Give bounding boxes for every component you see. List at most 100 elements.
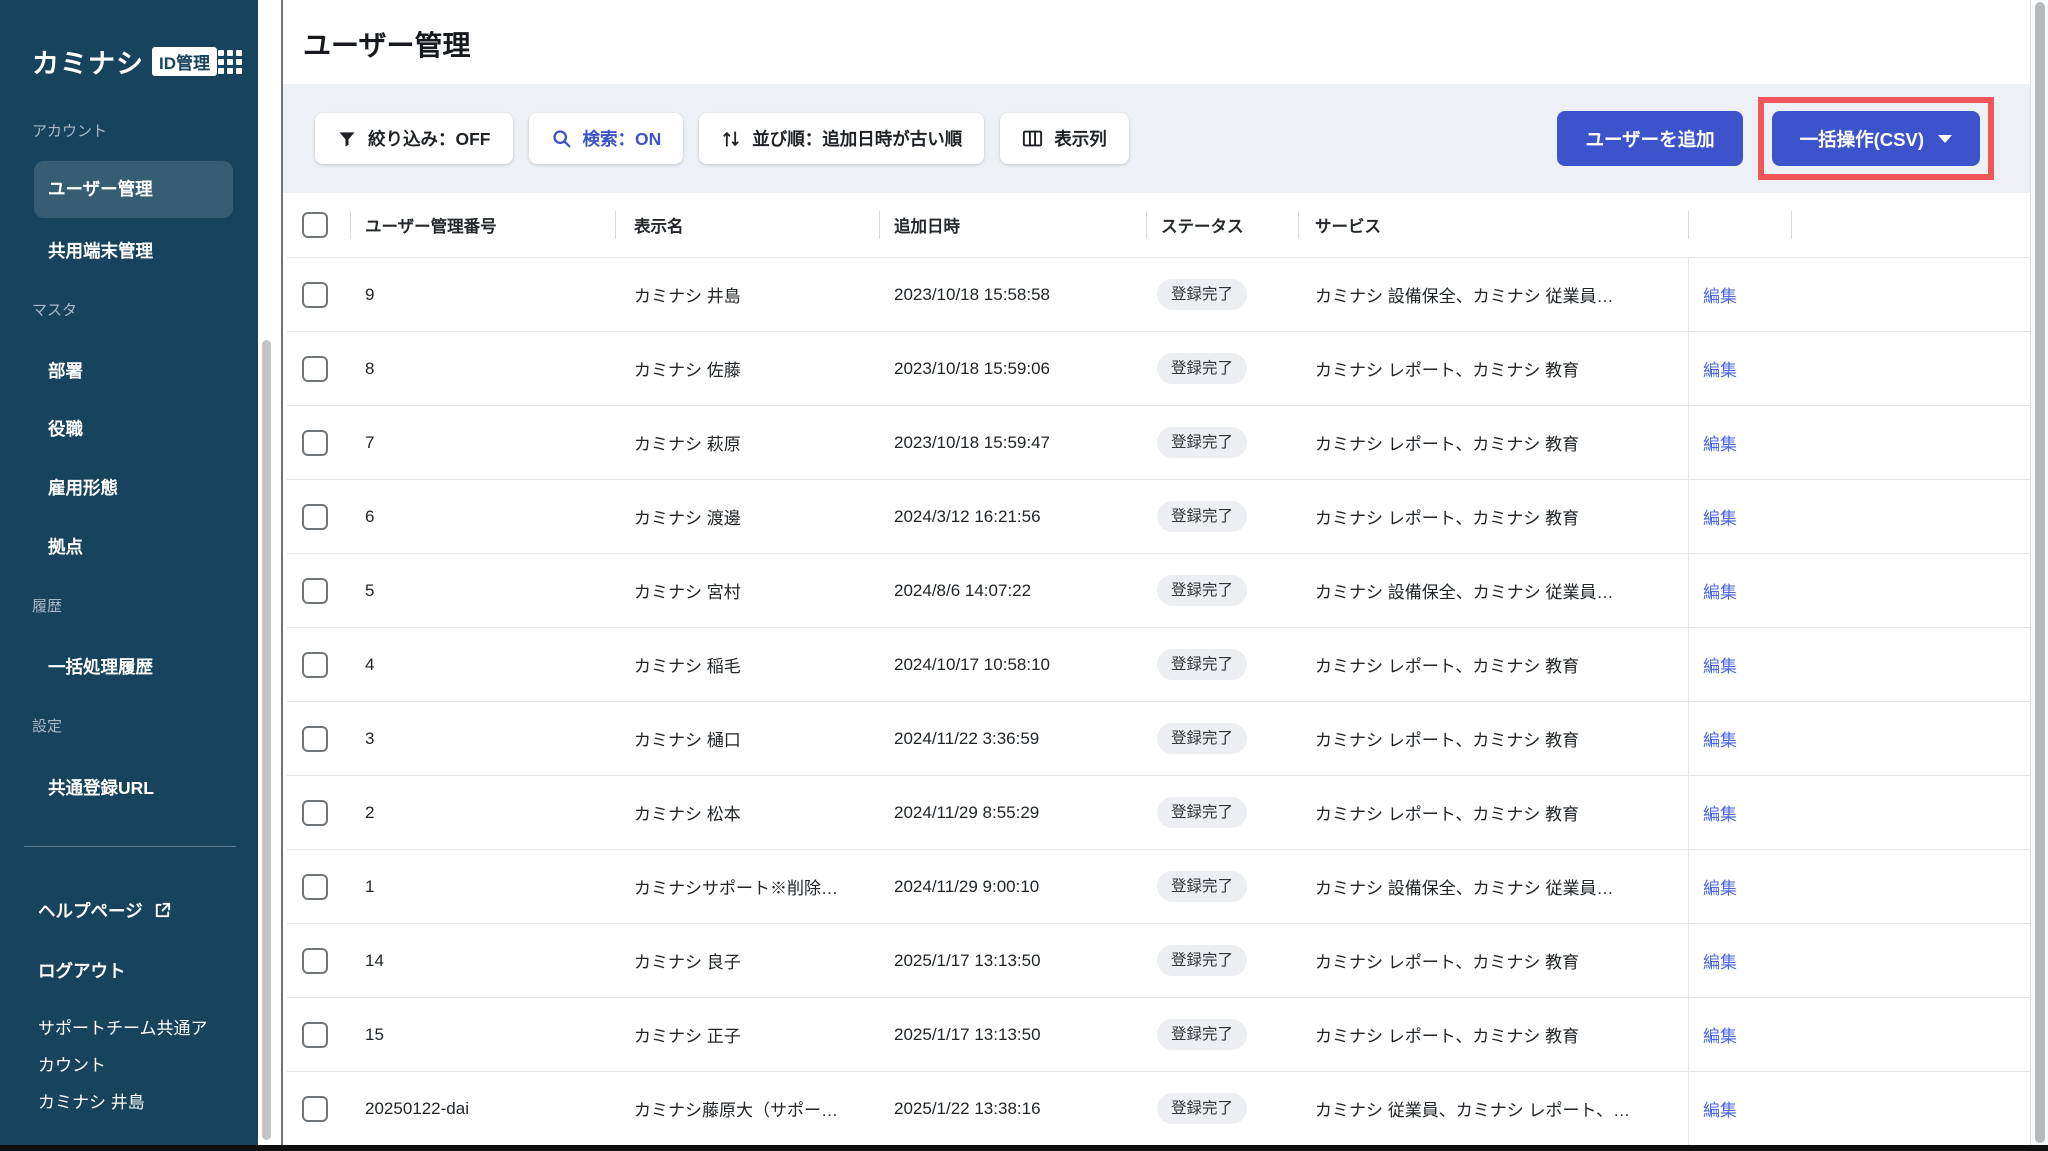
edit-link[interactable]: 編集 xyxy=(1703,1096,1737,1121)
cell-added-at: 2024/11/22 3:36:59 xyxy=(894,729,1039,749)
status-badge: 登録完了 xyxy=(1157,1093,1247,1125)
sidebar-section-history: 履歴 xyxy=(32,595,62,616)
columns-button[interactable]: 表示列 xyxy=(1000,113,1129,164)
window-scrollbar xyxy=(2030,0,2048,1151)
row-checkbox[interactable] xyxy=(302,504,328,530)
header-added-at: 追加日時 xyxy=(879,193,1146,257)
sidebar-item-user-management[interactable]: ユーザー管理 xyxy=(34,161,233,218)
sidebar-scrollbar-thumb[interactable] xyxy=(262,340,271,1140)
cell-display-name: カミナシ 井島 xyxy=(634,282,741,307)
users-table: ユーザー管理番号 表示名 追加日時 ステータス サービス 9 カミナシ 井島 2… xyxy=(287,193,2030,1145)
table-row: 4 カミナシ 稲毛 2024/10/17 10:58:10 登録完了 カミナシ … xyxy=(287,627,2030,701)
edit-link[interactable]: 編集 xyxy=(1703,1022,1737,1047)
external-link-icon xyxy=(153,901,172,920)
status-badge: 登録完了 xyxy=(1157,279,1247,311)
edit-link[interactable]: 編集 xyxy=(1703,430,1737,455)
sidebar-item-shared-device[interactable]: 共用端末管理 xyxy=(48,238,153,263)
row-checkbox[interactable] xyxy=(302,1022,328,1048)
add-user-button-label: ユーザーを追加 xyxy=(1585,126,1714,152)
status-badge: 登録完了 xyxy=(1157,797,1247,829)
row-checkbox[interactable] xyxy=(302,800,328,826)
edit-link[interactable]: 編集 xyxy=(1703,874,1737,899)
bulk-csv-button[interactable]: 一括操作(CSV) xyxy=(1772,111,1980,166)
annotation-highlight-box: 一括操作(CSV) xyxy=(1758,97,1994,180)
edit-link[interactable]: 編集 xyxy=(1703,282,1737,307)
status-badge: 登録完了 xyxy=(1157,1019,1247,1051)
edit-link[interactable]: 編集 xyxy=(1703,504,1737,529)
row-checkbox[interactable] xyxy=(302,874,328,900)
sidebar-section-settings: 設定 xyxy=(32,715,62,736)
sidebar-item-employment-type[interactable]: 雇用形態 xyxy=(48,475,118,500)
cell-display-name: カミナシ 稲毛 xyxy=(634,652,741,677)
edit-link[interactable]: 編集 xyxy=(1703,948,1737,973)
cell-services: カミナシ レポート、カミナシ 教育 xyxy=(1315,504,1579,529)
cell-user-id: 3 xyxy=(365,729,374,749)
status-badge: 登録完了 xyxy=(1157,723,1247,755)
cell-services: カミナシ 従業員、カミナシ レポート、… xyxy=(1315,1096,1630,1121)
cell-services: カミナシ レポート、カミナシ 教育 xyxy=(1315,726,1579,751)
cell-user-id: 20250122-dai xyxy=(365,1099,469,1119)
brand-badge: ID管理 xyxy=(152,47,217,76)
filter-button-label: 絞り込み：OFF xyxy=(368,126,491,151)
cell-services: カミナシ レポート、カミナシ 教育 xyxy=(1315,1022,1579,1047)
page-title: ユーザー管理 xyxy=(303,24,470,64)
cell-services: カミナシ レポート、カミナシ 教育 xyxy=(1315,652,1579,677)
header-user-id: ユーザー管理番号 xyxy=(350,193,615,257)
cell-display-name: カミナシ 樋口 xyxy=(634,726,741,751)
sidebar-item-common-registration-url[interactable]: 共通登録URL xyxy=(48,775,154,800)
row-checkbox[interactable] xyxy=(302,948,328,974)
search-button-label: 検索：ON xyxy=(583,126,662,151)
edit-link[interactable]: 編集 xyxy=(1703,578,1737,603)
sidebar-item-location[interactable]: 拠点 xyxy=(48,534,83,559)
sidebar-item-department[interactable]: 部署 xyxy=(48,358,83,383)
edit-link[interactable]: 編集 xyxy=(1703,726,1737,751)
account-team-name: サポートチーム共通アカウント xyxy=(38,1010,208,1084)
table-row: 1 カミナシサポート※削除… 2024/11/29 9:00:10 登録完了 カ… xyxy=(287,849,2030,923)
sidebar-logout-link[interactable]: ログアウト xyxy=(38,958,126,983)
row-checkbox[interactable] xyxy=(302,430,328,456)
cell-added-at: 2025/1/17 13:13:50 xyxy=(894,951,1041,971)
row-checkbox[interactable] xyxy=(302,356,328,382)
cell-user-id: 4 xyxy=(365,655,374,675)
cell-display-name: カミナシ 松本 xyxy=(634,800,741,825)
sort-button[interactable]: 並び順：追加日時が古い順 xyxy=(699,113,984,164)
window-scrollbar-thumb[interactable] xyxy=(2035,2,2045,1143)
cell-user-id: 7 xyxy=(365,433,374,453)
cell-user-id: 8 xyxy=(365,359,374,379)
brand: カミナシ ID管理 xyxy=(32,42,242,81)
header-checkbox-cell xyxy=(287,193,350,257)
main-content: ユーザー管理 絞り込み：OFF 検索：ON 並び順：追加日時が古い順 xyxy=(281,0,2030,1151)
cell-services: カミナシ レポート、カミナシ 教育 xyxy=(1315,430,1579,455)
sidebar-divider xyxy=(24,846,236,847)
cell-added-at: 2024/11/29 9:00:10 xyxy=(894,877,1039,897)
status-badge: 登録完了 xyxy=(1157,871,1247,903)
row-checkbox[interactable] xyxy=(302,1096,328,1122)
row-checkbox[interactable] xyxy=(302,652,328,678)
sidebar-item-bulk-history[interactable]: 一括処理履歴 xyxy=(48,654,153,679)
sidebar-scrollbar xyxy=(258,0,281,1151)
cell-display-name: カミナシ 宮村 xyxy=(634,578,741,603)
cell-user-id: 15 xyxy=(365,1025,384,1045)
cell-display-name: カミナシ藤原大（サポー… xyxy=(634,1096,838,1121)
edit-link[interactable]: 編集 xyxy=(1703,652,1737,677)
header-services: サービス xyxy=(1298,193,1688,257)
header-status: ステータス xyxy=(1146,193,1298,257)
toolbar: 絞り込み：OFF 検索：ON 並び順：追加日時が古い順 表示列 ユー xyxy=(283,84,2030,193)
search-icon xyxy=(551,128,572,149)
edit-link[interactable]: 編集 xyxy=(1703,800,1737,825)
filter-button[interactable]: 絞り込み：OFF xyxy=(315,113,513,164)
app-grid-icon[interactable] xyxy=(218,50,242,74)
row-checkbox[interactable] xyxy=(302,282,328,308)
cell-display-name: カミナシ 渡邊 xyxy=(634,504,741,529)
sidebar-item-position[interactable]: 役職 xyxy=(48,416,83,441)
edit-link[interactable]: 編集 xyxy=(1703,356,1737,381)
status-badge: 登録完了 xyxy=(1157,353,1247,385)
table-row: 6 カミナシ 渡邊 2024/3/12 16:21:56 登録完了 カミナシ レ… xyxy=(287,479,2030,553)
add-user-button[interactable]: ユーザーを追加 xyxy=(1557,111,1742,166)
sidebar-help-link[interactable]: ヘルプページ xyxy=(38,898,172,923)
select-all-checkbox[interactable] xyxy=(302,212,328,238)
row-checkbox[interactable] xyxy=(302,578,328,604)
cell-display-name: カミナシ 佐藤 xyxy=(634,356,741,381)
row-checkbox[interactable] xyxy=(302,726,328,752)
search-button[interactable]: 検索：ON xyxy=(529,113,684,164)
